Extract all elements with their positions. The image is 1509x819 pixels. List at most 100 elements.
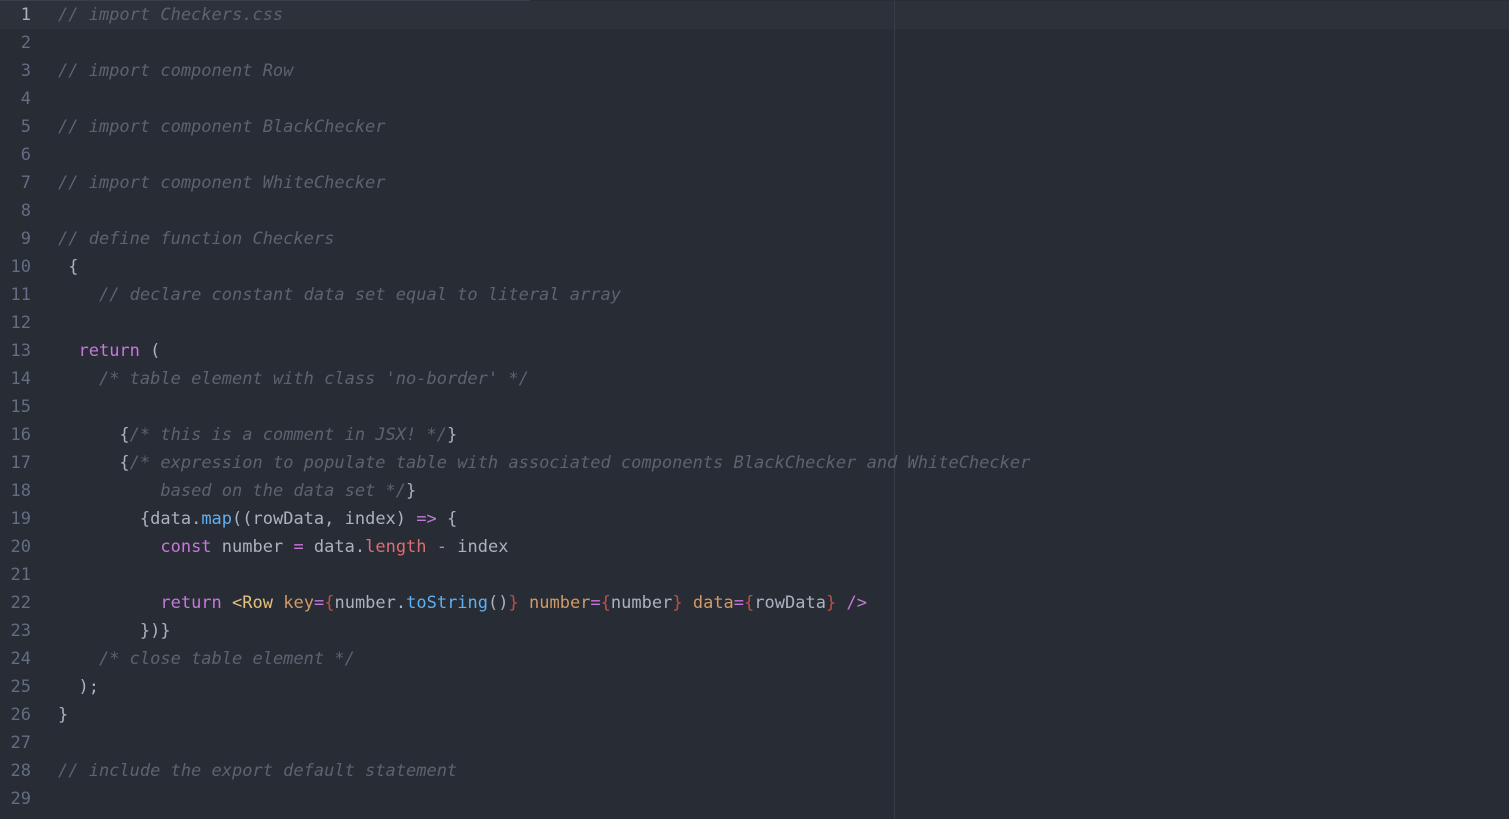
line-number[interactable]: 16	[0, 421, 31, 449]
code-token: /* close table element */	[98, 649, 355, 669]
code-token: // import Checkers.css	[58, 5, 284, 25]
line-number[interactable]: 2	[0, 29, 31, 57]
line-number[interactable]: 1	[0, 1, 31, 29]
code-token: map	[201, 509, 233, 529]
code-editor[interactable]: 1 // import Checkers.css 2 3 // import compo…	[0, 0, 1509, 819]
line-code[interactable]: based on the data set */}	[58, 477, 416, 505]
line-number[interactable]: 15	[0, 393, 31, 421]
line-number[interactable]: 25	[0, 673, 31, 701]
code-token: toString	[406, 593, 489, 613]
code-token: {	[119, 425, 130, 445]
line-number[interactable]: 19	[0, 505, 31, 533]
code-line[interactable]: 12	[0, 309, 1509, 337]
line-code[interactable]: // import component WhiteChecker	[58, 169, 386, 197]
line-code[interactable]: const number = data.length - index	[58, 533, 508, 561]
line-code[interactable]: return (	[58, 337, 160, 365]
code-line[interactable]: 3 // import component Row	[0, 57, 1509, 85]
code-line[interactable]: 20 const number = data.length - index	[0, 533, 1509, 561]
code-line[interactable]: 8	[0, 197, 1509, 225]
line-number[interactable]: 13	[0, 337, 31, 365]
code-line[interactable]: 21	[0, 561, 1509, 589]
code-line[interactable]: 2	[0, 29, 1509, 57]
code-line[interactable]: 28 // include the export default statemen…	[0, 757, 1509, 785]
code-line[interactable]: 29	[0, 785, 1509, 813]
code-line[interactable]: 25 );	[0, 673, 1509, 701]
code-token: }	[446, 425, 458, 445]
line-number[interactable]: 20	[0, 533, 31, 561]
line-number[interactable]: 28	[0, 757, 31, 785]
line-code[interactable]: // define function Checkers	[58, 225, 334, 253]
code-token: return	[160, 593, 222, 613]
line-code[interactable]: {/* this is a comment in JSX! */}	[58, 421, 457, 449]
code-token: {	[119, 453, 130, 473]
line-code[interactable]: {data.map((rowData, index) => {	[58, 505, 457, 533]
code-token: number.	[334, 593, 407, 613]
code-token: number	[529, 593, 591, 613]
code-line[interactable]: 18 based on the data set */}	[0, 477, 1509, 505]
line-code[interactable]: {/* expression to populate table with as…	[58, 449, 1030, 477]
code-line[interactable]: 6	[0, 141, 1509, 169]
line-number[interactable]: 24	[0, 645, 31, 673]
line-code[interactable]: // import component BlackChecker	[58, 113, 386, 141]
code-token: key	[283, 593, 314, 613]
line-number[interactable]: 10	[0, 253, 31, 281]
line-number[interactable]: 21	[0, 561, 31, 589]
code-line[interactable]: 1 // import Checkers.css	[0, 1, 1509, 29]
code-token: }	[825, 593, 837, 613]
code-line[interactable]: 15	[0, 393, 1509, 421]
code-line[interactable]: 16 {/* this is a comment in JSX! */}	[0, 421, 1509, 449]
code-line[interactable]: 23 })}	[0, 617, 1509, 645]
line-number[interactable]: 5	[0, 113, 31, 141]
line-number[interactable]: 18	[0, 477, 31, 505]
code-line[interactable]: 27	[0, 729, 1509, 757]
code-line[interactable]: 14 /* table element with class 'no-borde…	[0, 365, 1509, 393]
code-lines[interactable]: 1 // import Checkers.css 2 3 // import compo…	[0, 1, 1509, 813]
code-line[interactable]: 10 {	[0, 253, 1509, 281]
line-code[interactable]: // import Checkers.css	[58, 1, 283, 29]
line-code[interactable]: }	[58, 701, 68, 729]
code-line[interactable]: 24 /* close table element */	[0, 645, 1509, 673]
line-code[interactable]: return <Row key={number.toString()} numb…	[58, 589, 867, 617]
code-line[interactable]: 5 // import component BlackChecker	[0, 113, 1509, 141]
line-number[interactable]: 3	[0, 57, 31, 85]
code-line[interactable]: 22 return <Row key={number.toString()} n…	[0, 589, 1509, 617]
line-code[interactable]: /* table element with class 'no-border' …	[58, 365, 529, 393]
line-number[interactable]: 8	[0, 197, 31, 225]
code-line[interactable]: 13 return (	[0, 337, 1509, 365]
line-number[interactable]: 22	[0, 589, 31, 617]
line-code[interactable]: /* close table element */	[58, 645, 355, 673]
line-number[interactable]: 4	[0, 85, 31, 113]
line-number[interactable]: 7	[0, 169, 31, 197]
line-number[interactable]: 12	[0, 309, 31, 337]
line-number[interactable]: 14	[0, 365, 31, 393]
line-number[interactable]: 17	[0, 449, 31, 477]
code-token: // declare constant data set equal to li…	[98, 285, 621, 305]
code-line[interactable]: 19 {data.map((rowData, index) => {	[0, 505, 1509, 533]
code-line[interactable]: 7 // import component WhiteChecker	[0, 169, 1509, 197]
line-code[interactable]: {	[58, 253, 78, 281]
code-token: }	[508, 593, 519, 613]
code-line[interactable]: 4	[0, 85, 1509, 113]
line-number[interactable]: 27	[0, 729, 31, 757]
line-number[interactable]: 26	[0, 701, 31, 729]
code-line[interactable]: 26}	[0, 701, 1509, 729]
code-token: // include the export default statement	[58, 761, 458, 781]
code-line[interactable]: 11 // declare constant data set equal to…	[0, 281, 1509, 309]
code-line[interactable]: 9 // define function Checkers	[0, 225, 1509, 253]
code-line[interactable]: 17 {/* expression to populate table with…	[0, 449, 1509, 477]
line-number[interactable]: 9	[0, 225, 31, 253]
line-number[interactable]: 29	[0, 785, 31, 813]
line-code[interactable]: })}	[58, 617, 171, 645]
line-code[interactable]: // include the export default statement	[58, 757, 457, 785]
line-code[interactable]: );	[58, 673, 98, 701]
code-token: length	[365, 537, 427, 557]
code-token: })}	[139, 621, 171, 641]
line-number[interactable]: 11	[0, 281, 31, 309]
code-token: <	[232, 593, 243, 613]
line-code[interactable]: // import component Row	[58, 57, 293, 85]
line-number[interactable]: 23	[0, 617, 31, 645]
line-code[interactable]: // declare constant data set equal to li…	[58, 281, 621, 309]
line-number[interactable]: 6	[0, 141, 31, 169]
